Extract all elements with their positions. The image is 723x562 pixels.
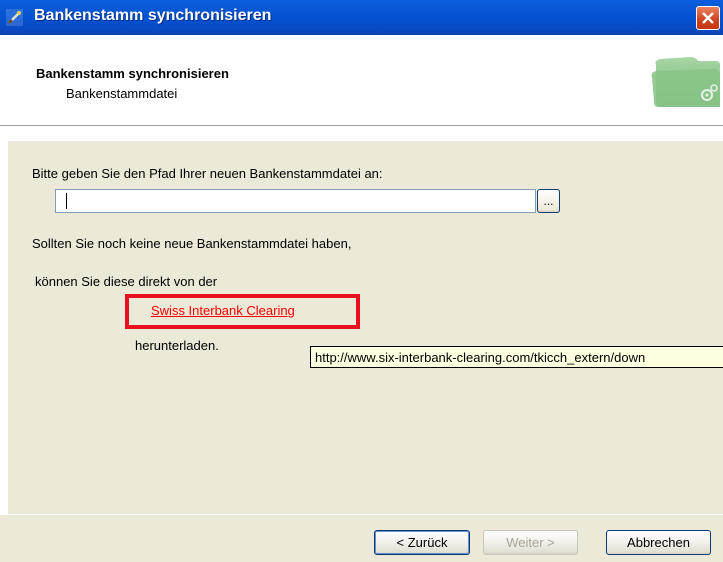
- wizard-content: Bitte geben Sie den Pfad Ihrer neuen Ban…: [8, 141, 723, 514]
- download-label: herunterladen.: [135, 338, 219, 353]
- cancel-button[interactable]: Abbrechen: [606, 530, 711, 555]
- folder-gears-icon: [650, 51, 720, 111]
- close-button[interactable]: [696, 6, 720, 30]
- text-caret: [66, 193, 67, 209]
- swiss-interbank-clearing-link[interactable]: Swiss Interbank Clearing: [151, 303, 295, 318]
- info-line-1: Sollten Sie noch keine neue Bankenstammd…: [32, 236, 352, 251]
- browse-button[interactable]: ...: [537, 189, 560, 213]
- path-prompt-label: Bitte geben Sie den Pfad Ihrer neuen Ban…: [32, 166, 383, 181]
- back-button[interactable]: < Zurück: [374, 530, 470, 555]
- header-title: Bankenstamm synchronisieren: [36, 66, 229, 81]
- wizard-header: Bankenstamm synchronisieren Bankenstammd…: [0, 35, 723, 126]
- url-tooltip: http://www.six-interbank-clearing.com/tk…: [310, 346, 723, 368]
- bank-file-path-input[interactable]: [55, 189, 536, 213]
- window-title: Bankenstamm synchronisieren: [34, 7, 272, 24]
- info-line-2: können Sie diese direkt von der: [35, 274, 218, 289]
- title-bar[interactable]: Bankenstamm synchronisieren: [0, 0, 723, 35]
- next-button[interactable]: Weiter >: [483, 530, 578, 555]
- close-icon: [702, 12, 714, 24]
- header-subtitle: Bankenstammdatei: [66, 86, 178, 101]
- app-wand-icon: [6, 9, 23, 26]
